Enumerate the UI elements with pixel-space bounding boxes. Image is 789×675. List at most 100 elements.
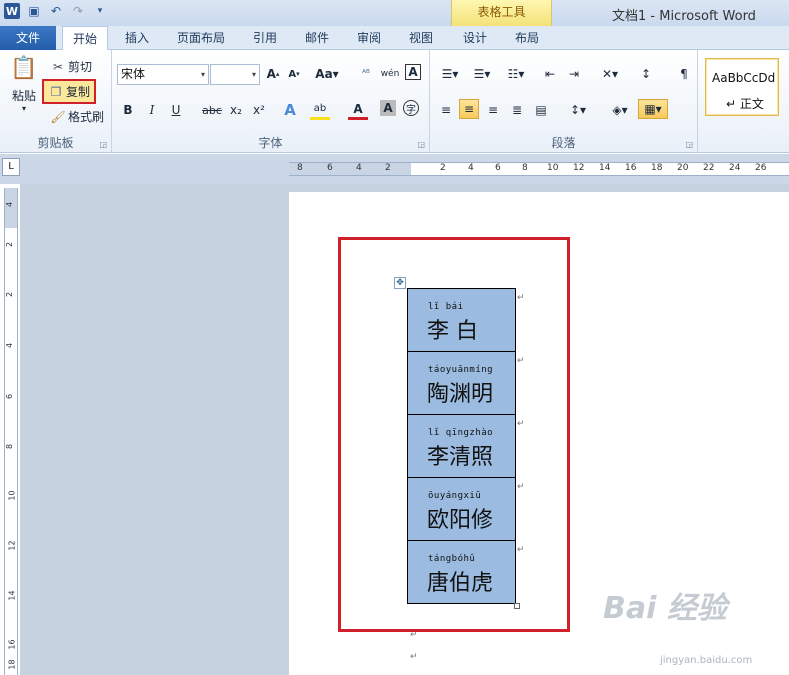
ruler-number: 22: [703, 163, 715, 173]
underline-button[interactable]: U: [166, 100, 186, 120]
ruler-number: 2: [5, 241, 15, 248]
tab-home[interactable]: 开始: [62, 26, 108, 51]
multilevel-list-icon[interactable]: ☷▾: [504, 64, 528, 84]
grow-font-button[interactable]: A ▴: [263, 64, 283, 84]
justify-icon[interactable]: ≣: [507, 100, 527, 120]
strikethrough-button[interactable]: abc: [199, 100, 225, 120]
paragraph-group: ☰▾ ☰▾ ☷▾ ⇤ ⇥ ✕▾ ↕ ¶ ≡ ≡ ≡ ≣ ▤ ↕▾ ◈▾ ▦▾ 段…: [430, 50, 698, 153]
char-shading-icon[interactable]: A: [380, 100, 396, 116]
font-group: 宋体 ▾ ▾ A ▴ A ▾ Aa▾ ᴬᴮ wén A B I U abc x₂ x…: [112, 50, 430, 153]
vertical-ruler[interactable]: 4 2 2 4 6 8 10 12 14 16 18: [4, 188, 18, 675]
highlight-icon[interactable]: ab: [310, 100, 330, 120]
ruler-number: 24: [729, 163, 741, 173]
cut-label: 剪切: [68, 60, 93, 74]
tab-insert[interactable]: 插入: [114, 26, 160, 50]
numbering-icon[interactable]: ☰▾: [470, 64, 494, 84]
font-name-combo[interactable]: 宋体 ▾: [117, 64, 209, 85]
horizontal-ruler[interactable]: 8 6 4 2 2 4 6 8 10 12 14 16 18 20 22 24 …: [289, 162, 789, 176]
tab-references[interactable]: 引用: [242, 26, 288, 50]
distributed-icon[interactable]: ▤: [531, 100, 551, 120]
align-right-icon[interactable]: ≡: [483, 100, 503, 120]
copy-label: 复制: [66, 85, 91, 99]
paragraph-launcher-icon[interactable]: ◲: [685, 140, 693, 149]
clipboard-group-label: 剪贴板: [37, 136, 74, 150]
tab-layout[interactable]: 布局: [504, 26, 550, 50]
bullets-icon[interactable]: ☰▾: [438, 64, 462, 84]
sort-icon[interactable]: ↕: [636, 64, 656, 84]
paste-icon: 📋: [10, 56, 38, 81]
title-bar: W ▣ ↶ ↷ ▾ 表格工具 文档1 - Microsoft Word: [0, 0, 789, 26]
ruler-number: 2: [5, 291, 15, 298]
ruler-number: 6: [327, 163, 333, 173]
format-painter-label: 格式刷: [68, 110, 105, 124]
return-mark: ↵: [410, 652, 418, 662]
decrease-indent-icon[interactable]: ⇤: [540, 64, 560, 84]
tab-view[interactable]: 视图: [398, 26, 444, 50]
tab-mailings[interactable]: 邮件: [294, 26, 340, 50]
borders-icon[interactable]: ▦▾: [638, 99, 668, 119]
ruler-row: L 8 6 4 2 2 4 6 8 10 12 14 16 18 20 22 2…: [0, 154, 789, 184]
font-launcher-icon[interactable]: ◲: [417, 140, 425, 149]
superscript-button[interactable]: x²: [249, 100, 269, 120]
watermark-logo: Bai 经验: [603, 591, 727, 626]
tab-design[interactable]: 设计: [452, 26, 498, 50]
save-icon[interactable]: ▣: [26, 3, 42, 19]
font-size-combo[interactable]: ▾: [210, 64, 260, 85]
subscript-button[interactable]: x₂: [226, 100, 246, 120]
align-left-icon[interactable]: ≡: [436, 100, 456, 120]
clipboard-launcher-icon[interactable]: ◲: [99, 140, 107, 149]
char-border-button[interactable]: A: [405, 64, 421, 80]
ruler-number: 16: [7, 639, 17, 650]
increase-indent-icon[interactable]: ⇥: [564, 64, 584, 84]
ruler-number: 8: [5, 443, 15, 450]
phonetic-guide-button[interactable]: wén: [380, 64, 400, 84]
tab-file[interactable]: 文件: [0, 26, 56, 50]
shading-icon[interactable]: ◈▾: [606, 100, 634, 120]
ruler-number: 2: [440, 163, 446, 173]
style-sample: AaBbCcDd: [712, 71, 776, 85]
highlight-annotation-box: [338, 237, 570, 632]
align-center-icon[interactable]: ≡: [459, 99, 479, 119]
ruler-number: 4: [5, 201, 15, 208]
clipboard-group: 📋 粘贴 ▾ ✂ 剪切 ❐ 复制 🖌 格式刷 剪贴板 ◲: [0, 50, 112, 153]
customize-icon[interactable]: ▾: [92, 3, 108, 19]
format-painter-button[interactable]: 🖌 格式刷: [50, 108, 104, 125]
ruler-number: 18: [651, 163, 663, 173]
redo-icon[interactable]: ↷: [70, 3, 86, 19]
paste-dropdown-icon: ▾: [21, 104, 26, 113]
show-marks-icon[interactable]: ¶: [674, 64, 694, 84]
paragraph-group-label: 段落: [551, 136, 576, 150]
ruler-number: 16: [625, 163, 637, 173]
style-normal[interactable]: AaBbCcDd ↵ 正文: [705, 58, 779, 116]
ruler-number: 20: [677, 163, 689, 173]
text-effects-icon[interactable]: A: [280, 100, 300, 120]
ruler-number: 8: [297, 163, 303, 173]
font-name-value: 宋体: [121, 67, 146, 81]
word-logo-icon[interactable]: W: [4, 3, 20, 19]
font-color-icon[interactable]: A: [348, 100, 368, 120]
undo-icon[interactable]: ↶: [48, 3, 64, 19]
shrink-font-button[interactable]: A ▾: [284, 64, 304, 84]
text-direction-icon[interactable]: ✕▾: [596, 64, 624, 84]
ribbon-tabs: 文件 开始 插入 页面布局 引用 邮件 审阅 视图 设计 布局: [0, 26, 789, 76]
copy-button[interactable]: ❐ 复制: [41, 79, 97, 104]
font-group-label: 字体: [258, 136, 283, 150]
ruler-number: 18: [7, 659, 17, 670]
paste-button[interactable]: 📋 粘贴 ▾: [8, 56, 40, 113]
cut-button[interactable]: ✂ 剪切: [50, 58, 92, 75]
clear-format-icon[interactable]: ᴬᴮ: [356, 64, 376, 84]
ruler-margin: [289, 163, 411, 175]
italic-button[interactable]: I: [142, 100, 162, 120]
ribbon: 📋 粘贴 ▾ ✂ 剪切 ❐ 复制 🖌 格式刷 剪贴板 ◲ 宋体 ▾ ▾ A ▴ A…: [0, 50, 789, 153]
watermark-url: jingyan.baidu.com: [660, 655, 753, 666]
tab-page-layout[interactable]: 页面布局: [168, 26, 234, 50]
tab-selector-icon[interactable]: L: [2, 158, 20, 176]
tab-review[interactable]: 审阅: [346, 26, 392, 50]
line-spacing-icon[interactable]: ↕▾: [564, 100, 592, 120]
enclose-char-icon[interactable]: 字: [403, 100, 419, 116]
bold-button[interactable]: B: [118, 100, 138, 120]
window-title: 文档1 - Microsoft Word: [612, 9, 756, 24]
chevron-down-icon: ▾: [251, 70, 256, 79]
change-case-button[interactable]: Aa▾: [312, 64, 342, 84]
quick-access-toolbar: W ▣ ↶ ↷ ▾: [4, 3, 108, 19]
